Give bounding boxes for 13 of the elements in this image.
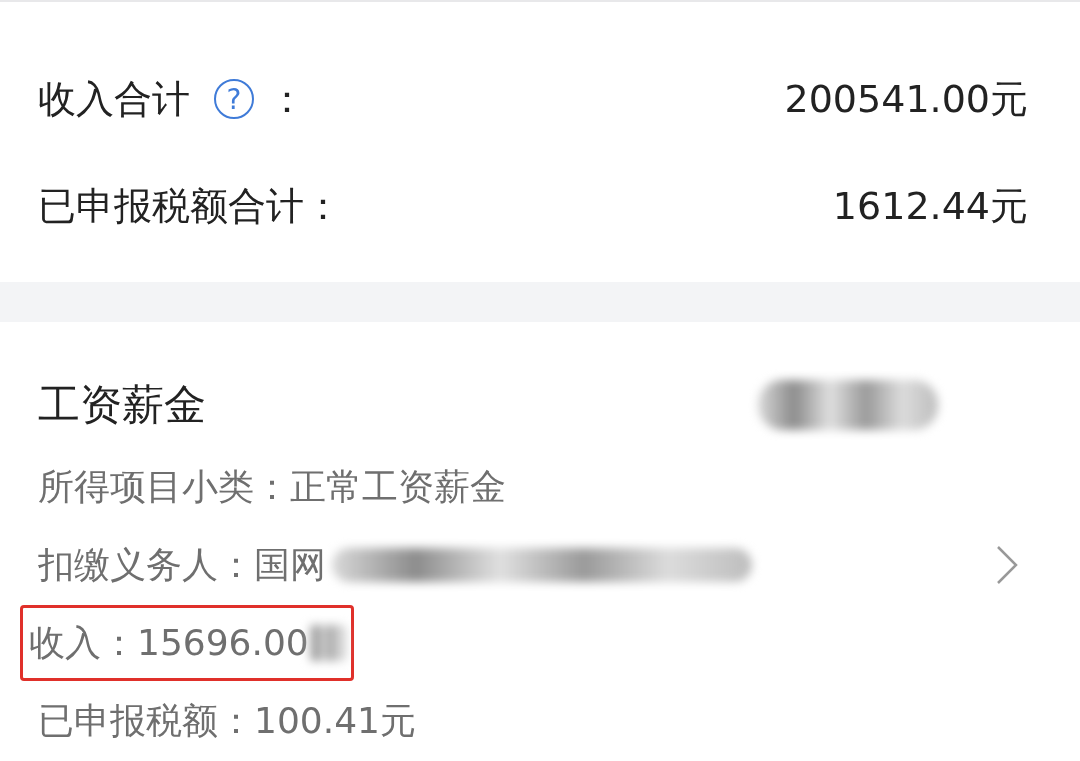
detail-text: 已申报税额：100.41元 [38,698,416,743]
help-icon[interactable]: ? [214,79,254,119]
row-value: 200541.00元 [784,75,1028,123]
chevron-right-icon[interactable] [996,545,1018,585]
blurred-redaction [308,625,345,661]
detail-text: 扣缴义务人：国网 [38,542,326,587]
detail-text: 收入：15696.00 [29,620,309,665]
row-label: 收入合计 [38,75,190,123]
row-label: 已申报税额合计： [38,183,342,230]
row-value: 1612.44元 [832,183,1028,230]
section-title: 工资薪金 [38,379,206,431]
colon: ： [268,75,306,123]
detail-text: 所得项目小类：正常工资薪金 [38,464,506,509]
